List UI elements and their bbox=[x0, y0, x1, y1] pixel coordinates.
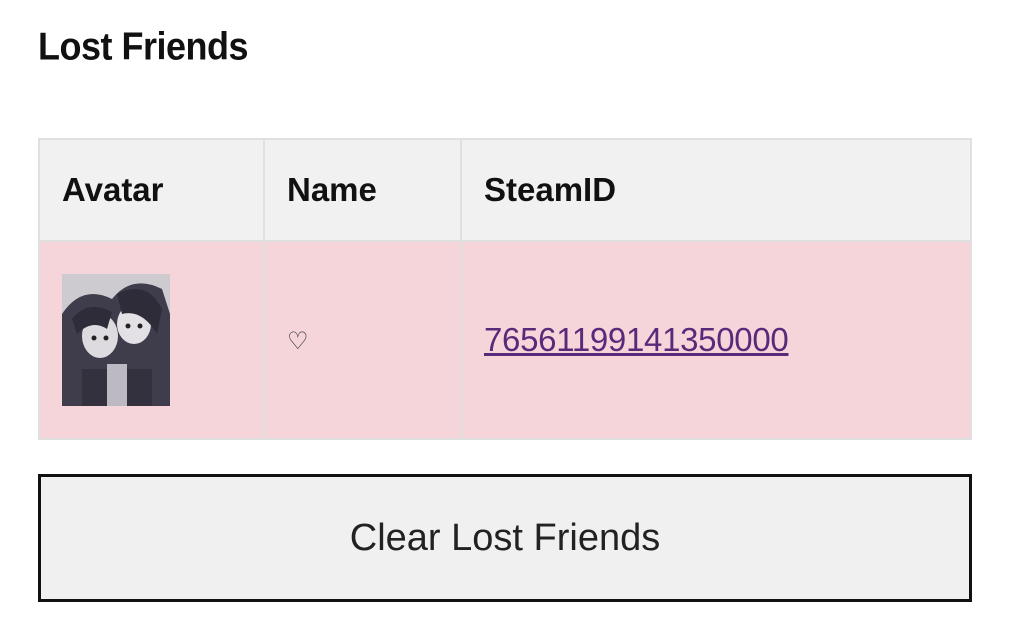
column-header-avatar: Avatar bbox=[38, 138, 265, 242]
name-cell: ♡ bbox=[263, 240, 462, 440]
column-header-name: Name bbox=[263, 138, 462, 242]
lost-friends-page: Lost Friends Avatar Name SteamID ♡ 76561… bbox=[0, 0, 1020, 638]
table-header-row: Avatar Name SteamID bbox=[38, 138, 972, 242]
steamid-link[interactable]: 76561199141350000 bbox=[484, 321, 789, 358]
column-header-steamid: SteamID bbox=[460, 138, 972, 242]
avatar-cell bbox=[38, 240, 265, 440]
clear-lost-friends-button[interactable]: Clear Lost Friends bbox=[38, 474, 972, 602]
page-title: Lost Friends bbox=[38, 24, 249, 69]
friend-name: ♡ bbox=[287, 328, 309, 355]
avatar bbox=[62, 274, 170, 406]
steamid-cell: 76561199141350000 bbox=[460, 240, 972, 440]
table-row: ♡ 76561199141350000 bbox=[38, 240, 972, 440]
lost-friends-table: Avatar Name SteamID ♡ 76561199141350000 bbox=[38, 138, 972, 440]
